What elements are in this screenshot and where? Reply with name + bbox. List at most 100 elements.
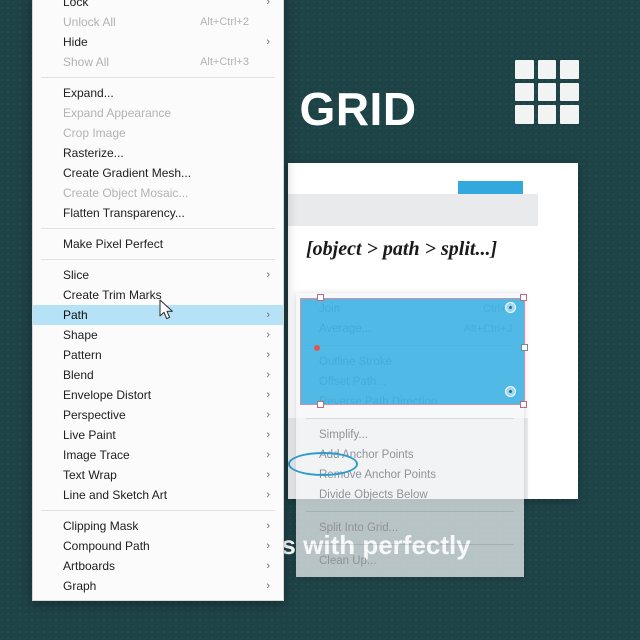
annotation-ellipse bbox=[288, 452, 358, 476]
menu-item-live-paint[interactable]: Live Paint › bbox=[33, 425, 283, 445]
submenu-separator bbox=[306, 418, 514, 419]
selection-handle-top[interactable] bbox=[317, 294, 324, 301]
selection-handle-bottom[interactable] bbox=[317, 401, 324, 408]
menu-item-shape[interactable]: Shape › bbox=[33, 325, 283, 345]
menu-item-label: Path bbox=[63, 308, 88, 322]
menu-item-label: Graph bbox=[63, 579, 97, 593]
selection-rectangle[interactable] bbox=[300, 298, 525, 405]
submenu-item-divide-objects-below[interactable]: Divide Objects Below bbox=[296, 485, 524, 505]
submenu-item-split-into-grid[interactable]: Split Into Grid... bbox=[296, 518, 524, 538]
menu-item-expand[interactable]: Expand... bbox=[33, 83, 283, 103]
menu-item-rasterize[interactable]: Rasterize... bbox=[33, 143, 283, 163]
menu-item-label: Hide bbox=[63, 35, 88, 49]
menu-item-label: Pattern bbox=[63, 348, 102, 362]
chevron-right-icon: › bbox=[266, 540, 270, 552]
menu-item-clipping-mask[interactable]: Clipping Mask › bbox=[33, 516, 283, 536]
menu-item-label: Crop Image bbox=[63, 126, 126, 140]
menu-item-image-trace[interactable]: Image Trace › bbox=[33, 445, 283, 465]
menu-item-label: Create Object Mosaic... bbox=[63, 186, 189, 200]
chevron-right-icon: › bbox=[266, 329, 270, 341]
chevron-right-icon: › bbox=[266, 560, 270, 572]
menu-item-unlock-all: Unlock All Alt+Ctrl+2 bbox=[33, 12, 283, 32]
menu-item-label: Create Trim Marks bbox=[63, 288, 162, 302]
chevron-right-icon: › bbox=[266, 409, 270, 421]
menu-item-perspective[interactable]: Perspective › bbox=[33, 405, 283, 425]
chevron-right-icon: › bbox=[266, 0, 270, 8]
menu-item-artboards[interactable]: Artboards › bbox=[33, 556, 283, 576]
chevron-right-icon: › bbox=[266, 580, 270, 592]
chevron-right-icon: › bbox=[266, 449, 270, 461]
menu-item-label: Make Pixel Perfect bbox=[63, 237, 164, 251]
menu-item-label: Blend bbox=[63, 368, 94, 382]
menu-item-slice[interactable]: Slice › bbox=[33, 265, 283, 285]
menu-item-create-object-mosaic: Create Object Mosaic... bbox=[33, 183, 283, 203]
chevron-right-icon: › bbox=[266, 309, 270, 321]
menu-item-label: Show All bbox=[63, 55, 110, 69]
menu-item-label: Envelope Distort bbox=[63, 388, 152, 402]
card-accent-bar bbox=[458, 181, 523, 194]
card-top-strip bbox=[288, 163, 578, 181]
submenu-item-label: Divide Objects Below bbox=[319, 489, 428, 501]
live-corner-widget-bottom[interactable] bbox=[505, 386, 516, 397]
grid-3x3-icon bbox=[515, 60, 579, 124]
menu-item-label: Lock bbox=[63, 0, 89, 9]
chevron-right-icon: › bbox=[266, 429, 270, 441]
menu-item-hide[interactable]: Hide › bbox=[33, 32, 283, 52]
chevron-right-icon: › bbox=[266, 389, 270, 401]
menu-item-pattern[interactable]: Pattern › bbox=[33, 345, 283, 365]
menu-item-make-pixel-perfect[interactable]: Make Pixel Perfect bbox=[33, 234, 283, 254]
menu-item-label: Create Gradient Mesh... bbox=[63, 166, 192, 180]
menu-separator bbox=[41, 510, 275, 511]
menu-item-label: Unlock All bbox=[63, 15, 116, 29]
menu-item-blend[interactable]: Blend › bbox=[33, 365, 283, 385]
menu-item-label: Slice bbox=[63, 268, 90, 282]
menu-item-accelerator: Alt+Ctrl+3 bbox=[200, 56, 249, 68]
menu-item-label: Expand... bbox=[63, 86, 114, 100]
submenu-separator bbox=[306, 544, 514, 545]
menu-item-graph[interactable]: Graph › bbox=[33, 576, 283, 596]
menu-item-compound-path[interactable]: Compound Path › bbox=[33, 536, 283, 556]
selection-handle-bottom-right[interactable] bbox=[520, 401, 527, 408]
card-grey-strip bbox=[288, 194, 538, 226]
submenu-item-label: Split Into Grid... bbox=[319, 522, 399, 534]
chevron-right-icon: › bbox=[266, 349, 270, 361]
submenu-item-label: Simplify... bbox=[319, 429, 368, 441]
menu-item-label: Line and Sketch Art bbox=[63, 488, 168, 502]
menu-separator bbox=[41, 77, 275, 78]
menu-item-lock[interactable]: Lock › bbox=[33, 0, 283, 12]
menu-item-show-all: Show All Alt+Ctrl+3 bbox=[33, 52, 283, 72]
menu-item-line-and-sketch-art[interactable]: Line and Sketch Art › bbox=[33, 485, 283, 505]
submenu-item-clean-up[interactable]: Clean Up... bbox=[296, 551, 524, 571]
menu-item-text-wrap[interactable]: Text Wrap › bbox=[33, 465, 283, 485]
menu-item-label: Live Paint bbox=[63, 428, 116, 442]
menu-item-label: Perspective bbox=[63, 408, 126, 422]
menu-separator bbox=[41, 228, 275, 229]
menu-item-create-trim-marks[interactable]: Create Trim Marks bbox=[33, 285, 283, 305]
object-context-menu[interactable]: Lock › Unlock All Alt+Ctrl+2 Hide › Show All Al… bbox=[32, 0, 284, 601]
selection-handle-right[interactable] bbox=[521, 344, 528, 351]
menu-item-expand-appearance: Expand Appearance bbox=[33, 103, 283, 123]
menu-item-label: Compound Path bbox=[63, 539, 150, 553]
chevron-right-icon: › bbox=[266, 469, 270, 481]
chevron-right-icon: › bbox=[266, 520, 270, 532]
anchor-point-marker bbox=[314, 345, 320, 351]
menu-item-label: Expand Appearance bbox=[63, 106, 172, 120]
chevron-right-icon: › bbox=[266, 489, 270, 501]
selection-handle-top-right[interactable] bbox=[520, 294, 527, 301]
menu-item-label: Flatten Transparency... bbox=[63, 206, 185, 220]
menu-separator bbox=[41, 259, 275, 260]
live-corner-widget-top[interactable] bbox=[505, 302, 516, 313]
menu-item-label: Artboards bbox=[63, 559, 116, 573]
menu-item-label: Image Trace bbox=[63, 448, 130, 462]
menu-item-path[interactable]: Path › bbox=[33, 305, 283, 325]
menu-item-flatten-transparency[interactable]: Flatten Transparency... bbox=[33, 203, 283, 223]
menu-item-envelope-distort[interactable]: Envelope Distort › bbox=[33, 385, 283, 405]
menu-item-create-gradient-mesh[interactable]: Create Gradient Mesh... bbox=[33, 163, 283, 183]
menu-item-label: Text Wrap bbox=[63, 468, 117, 482]
card-label: [object > path > split...] bbox=[306, 238, 498, 260]
menu-item-crop-image: Crop Image bbox=[33, 123, 283, 143]
menu-item-label: Shape bbox=[63, 328, 98, 342]
chevron-right-icon: › bbox=[266, 36, 270, 48]
submenu-item-simplify[interactable]: Simplify... bbox=[296, 425, 524, 445]
chevron-right-icon: › bbox=[266, 269, 270, 281]
